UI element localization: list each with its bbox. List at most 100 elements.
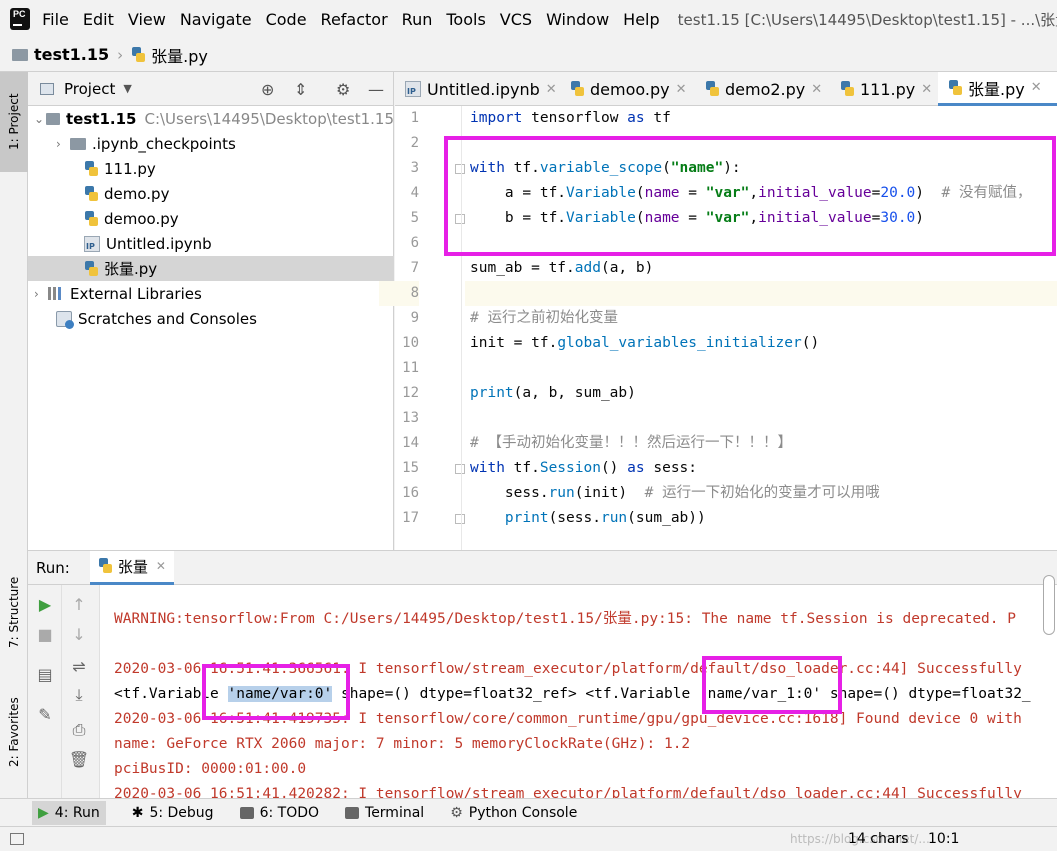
- chevron-right-icon[interactable]: ›: [34, 287, 48, 301]
- chevron-right-icon[interactable]: ›: [56, 137, 70, 151]
- console-line: 2020-03-06 16:51:41.420282: I tensorflow…: [114, 786, 1022, 799]
- tab-label: Terminal: [365, 804, 425, 821]
- side-tab-project[interactable]: 1: Project: [0, 72, 28, 172]
- tree-item-file[interactable]: 111.py: [28, 156, 394, 181]
- tab-python-console[interactable]: ⚙ Python Console: [450, 805, 577, 821]
- tree-item-scratches[interactable]: Scratches and Consoles: [28, 306, 394, 331]
- trash-icon[interactable]: 🗑: [62, 750, 96, 769]
- soft-wrap-icon[interactable]: ⇌: [62, 657, 96, 676]
- project-panel-title[interactable]: Project: [64, 80, 115, 98]
- side-tab-favorites[interactable]: 2: Favorites: [0, 682, 28, 782]
- code-line-10: init = tf.global_variables_initializer(): [470, 335, 820, 351]
- menu-run[interactable]: Run: [402, 10, 433, 29]
- tree-item-file[interactable]: demo.py: [28, 181, 394, 206]
- menu-vcs[interactable]: VCS: [500, 10, 532, 29]
- status-bar: https://blog.csdn.net/... 14 chars 10:1: [0, 826, 1057, 851]
- left-tool-strip: 1: Project 7: Structure 2: Favorites: [0, 72, 28, 798]
- menu-navigate[interactable]: Navigate: [180, 10, 252, 29]
- current-line-highlight: [465, 281, 1057, 306]
- python-file-icon: [131, 46, 146, 63]
- menu-bar: File Edit View Navigate Code Refactor Ru…: [0, 0, 1057, 38]
- console-scrollbar[interactable]: [1043, 575, 1055, 635]
- notebook-file-icon: [405, 81, 421, 97]
- pin-icon[interactable]: ✎: [28, 705, 62, 724]
- locate-icon[interactable]: ⊕: [261, 80, 274, 99]
- tab-111-py[interactable]: 111.py ✕: [830, 72, 938, 106]
- chevron-down-icon[interactable]: ⌄: [34, 112, 46, 126]
- tab-debug[interactable]: ✱ 5: Debug: [132, 805, 214, 821]
- layout-icon[interactable]: ▤: [28, 665, 62, 684]
- menu-code[interactable]: Code: [266, 10, 307, 29]
- console-output[interactable]: WARNING:tensorflow:From C:/Users/14495/D…: [100, 585, 1057, 799]
- stop-icon[interactable]: ■: [28, 625, 62, 644]
- console-line: pciBusID: 0000:01:00.0: [114, 761, 307, 777]
- menu-view[interactable]: View: [128, 10, 166, 29]
- tab-todo[interactable]: 6: TODO: [239, 805, 319, 821]
- tree-item-label: Untitled.ipynb: [106, 234, 212, 253]
- close-icon[interactable]: ✕: [676, 82, 687, 97]
- menu-edit[interactable]: Edit: [83, 10, 114, 29]
- close-icon[interactable]: ✕: [811, 82, 822, 97]
- python-file-icon: [84, 260, 98, 277]
- console-line: 2020-03-06 16:51:41.366561: I tensorflow…: [114, 661, 1022, 677]
- scroll-to-end-icon[interactable]: ⤓: [62, 685, 96, 705]
- rerun-icon[interactable]: ▶: [28, 595, 62, 614]
- tree-item-file-selected[interactable]: 张量.py: [28, 256, 394, 281]
- console-line: name: GeForce RTX 2060 major: 7 minor: 5…: [114, 736, 691, 752]
- menu-tools[interactable]: Tools: [446, 10, 485, 29]
- tree-item-root[interactable]: ⌄ test1.15 C:\Users\14495\Desktop\test1.…: [28, 106, 394, 131]
- tab-label: demoo.py: [590, 79, 670, 99]
- run-icon: ▶: [38, 804, 49, 821]
- breadcrumb-project[interactable]: test1.15: [34, 45, 109, 64]
- menu-refactor[interactable]: Refactor: [321, 10, 388, 29]
- run-tab-label: 张量: [117, 557, 148, 576]
- minimize-icon[interactable]: —: [368, 80, 384, 99]
- toggle-tool-windows-icon[interactable]: [10, 833, 24, 845]
- folder-icon: [12, 48, 28, 61]
- code-area[interactable]: import tensorflow as tf with tf.variable…: [395, 106, 1057, 550]
- tab-label: Untitled.ipynb: [427, 79, 540, 99]
- python-file-icon: [840, 81, 854, 97]
- tab-zhangliang-py[interactable]: 张量.py ✕: [938, 72, 1057, 106]
- chevron-down-icon[interactable]: ▼: [123, 82, 131, 95]
- code-line-9: # 运行之前初始化变量: [470, 310, 618, 326]
- cursor-position[interactable]: 10:1: [928, 831, 959, 847]
- tree-item-file[interactable]: Untitled.ipynb: [28, 231, 394, 256]
- tree-item-folder[interactable]: › .ipynb_checkpoints: [28, 131, 394, 156]
- run-config-tab[interactable]: 张量 ✕: [89, 550, 174, 585]
- gear-icon[interactable]: ⚙: [336, 80, 350, 99]
- menu-window[interactable]: Window: [546, 10, 609, 29]
- tree-item-file[interactable]: demoo.py: [28, 206, 394, 231]
- run-panel: Run: 张量 ✕ ▶ ■ ▤ ✎ ↑ ↓ ⇌ ⤓ ⎙ 🗑 WARNING:te…: [28, 550, 1057, 799]
- side-tab-structure[interactable]: 7: Structure: [0, 562, 28, 662]
- menu-file[interactable]: File: [42, 10, 69, 29]
- console-line: 2020-03-06 16:51:41.419735: I tensorflow…: [114, 711, 1022, 727]
- print-icon[interactable]: ⎙: [62, 720, 96, 740]
- close-icon[interactable]: ✕: [546, 82, 557, 97]
- tab-demo2-py[interactable]: demo2.py ✕: [695, 72, 830, 106]
- arrow-up-icon[interactable]: ↑: [62, 595, 96, 614]
- tab-label: 张量.py: [968, 79, 1025, 99]
- close-icon[interactable]: ✕: [921, 82, 932, 97]
- tree-item-external-libraries[interactable]: › External Libraries: [28, 281, 394, 306]
- scratch-icon: [56, 310, 74, 329]
- tab-terminal[interactable]: Terminal: [345, 805, 424, 821]
- tab-demoo-py[interactable]: demoo.py ✕: [560, 72, 695, 106]
- char-count: 14 chars: [848, 831, 909, 847]
- tree-item-label: demo.py: [104, 184, 170, 203]
- collapse-all-icon[interactable]: ⇕: [294, 80, 307, 99]
- breadcrumb-file[interactable]: 张量.py: [151, 43, 208, 67]
- python-file-icon: [98, 558, 112, 574]
- project-panel-header: Project ▼ ⊕ ⇕ ⚙ —: [28, 72, 393, 106]
- menu-help[interactable]: Help: [623, 10, 659, 29]
- code-line-12: print(a, b, sum_ab): [470, 385, 636, 401]
- list-icon: [239, 806, 254, 819]
- arrow-down-icon[interactable]: ↓: [62, 625, 96, 644]
- tab-untitled-ipynb[interactable]: Untitled.ipynb ✕: [395, 72, 560, 106]
- window-title: test1.15 [C:\Users\14495\Desktop\test1.1…: [677, 10, 1057, 29]
- close-icon[interactable]: ✕: [1031, 80, 1042, 95]
- tab-run[interactable]: ▶ 4: Run: [32, 800, 106, 825]
- project-view-icon: [40, 82, 54, 95]
- close-icon[interactable]: ✕: [156, 559, 166, 573]
- python-file-icon: [570, 81, 584, 97]
